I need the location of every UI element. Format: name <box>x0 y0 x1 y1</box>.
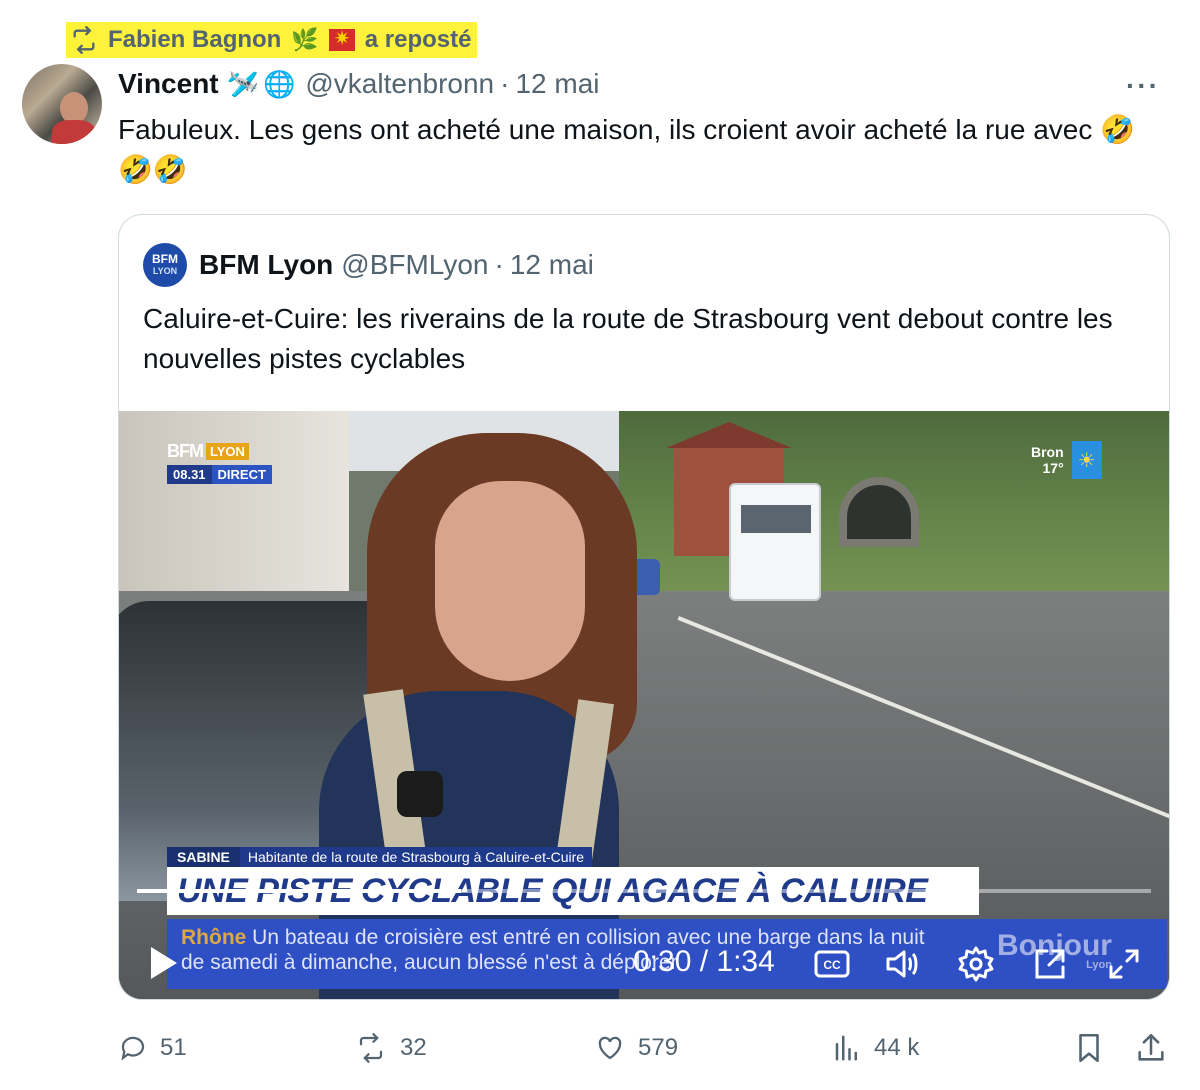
logo-line2: LYON <box>152 266 178 276</box>
bug-city: LYON <box>206 443 249 460</box>
airplane-emoji: 🛩️ <box>226 68 259 99</box>
tweet-header: Vincent 🛩️ 🌐 @vkaltenbronn · 12 mai <box>118 64 600 104</box>
views-button[interactable]: 44 k <box>832 1030 919 1066</box>
video-tunnel <box>839 477 919 547</box>
author-name[interactable]: Vincent <box>118 68 219 100</box>
video-microphone <box>397 771 443 817</box>
quote-header: BFM LYON BFM Lyon @BFMLyon · 12 mai <box>143 243 594 287</box>
video-timecode: 0:30 / 1:34 <box>633 945 775 978</box>
speaker-name: SABINE <box>167 847 240 867</box>
video-progress-fill <box>137 889 462 893</box>
tweet-date[interactable]: 12 mai <box>515 68 599 100</box>
repost-icon <box>359 1033 383 1063</box>
volume-icon[interactable] <box>883 945 921 983</box>
bug-time: 08.31 <box>167 465 212 484</box>
share-icon[interactable] <box>1134 1030 1168 1066</box>
weather-temp: 17° <box>1042 460 1064 476</box>
quote-handle[interactable]: @BFMLyon <box>341 249 488 281</box>
speaker-description: Habitante de la route de Strasbourg à Ca… <box>247 849 585 865</box>
like-count: 579 <box>638 1034 679 1061</box>
author-badges: 🛩️ 🌐 <box>227 69 296 100</box>
bfm-lyon-avatar[interactable]: BFM LYON <box>143 243 187 287</box>
repost-button[interactable]: 32 <box>354 1030 427 1066</box>
video-truck <box>729 483 821 601</box>
fullscreen-icon[interactable] <box>1105 945 1143 983</box>
picture-in-picture-icon[interactable] <box>1031 945 1069 983</box>
like-button[interactable]: 579 <box>594 1030 678 1066</box>
reply-button[interactable]: 51 <box>118 1030 187 1066</box>
repost-count: 32 <box>400 1034 427 1061</box>
repost-suffix: a reposté <box>364 26 472 53</box>
tweet-text: Fabuleux. Les gens ont acheté une maison… <box>118 114 1135 185</box>
bookmark-icon[interactable] <box>1072 1030 1106 1066</box>
flag-icon <box>328 26 355 51</box>
weather-icon: ☀ <box>1071 441 1102 479</box>
channel-bug: BFM LYON 08.31 DIRECT <box>167 441 272 484</box>
bug-brand: BFM <box>167 441 204 461</box>
quote-text: Caluire-et-Cuire: les riverains de la ro… <box>143 303 1113 374</box>
weather-widget: Bron 17° ☀ <box>1031 441 1102 479</box>
cc-label: CC <box>823 958 841 972</box>
repost-indicator[interactable]: Fabien Bagnon 🌿 a reposté <box>66 22 478 58</box>
video-progress-bar[interactable] <box>137 889 1151 893</box>
quote-date[interactable]: 12 mai <box>510 249 594 281</box>
quote-author-name[interactable]: BFM Lyon <box>199 249 333 281</box>
logo-line1: BFM <box>152 252 178 266</box>
settings-gear-icon[interactable] <box>957 945 995 983</box>
video-controls: 0:30 / 1:34 CC <box>119 921 1169 999</box>
globe-emoji: 🌐 <box>263 68 296 99</box>
closed-captions-icon[interactable]: CC <box>813 945 851 983</box>
repost-user[interactable]: Fabien Bagnon <box>108 26 281 54</box>
avatar-shirt <box>52 120 96 144</box>
weather-city: Bron <box>1031 444 1064 460</box>
separator-dot: · <box>500 68 510 99</box>
reply-count: 51 <box>160 1034 187 1061</box>
video-woman-face <box>435 481 585 681</box>
more-options-button[interactable]: ··· <box>1126 70 1162 101</box>
quoted-tweet[interactable]: BFM LYON BFM Lyon @BFMLyon · 12 mai Calu… <box>118 214 1170 1000</box>
video-player[interactable]: BFM LYON 08.31 DIRECT Bron 17° ☀ SABINE … <box>119 411 1169 999</box>
repost-icon <box>73 26 95 54</box>
author-handle[interactable]: @vkaltenbronn <box>305 68 494 100</box>
separator-dot: · <box>494 249 504 280</box>
views-count: 44 k <box>874 1034 920 1061</box>
leaf-emoji: 🌿 <box>291 27 319 52</box>
reply-icon <box>121 1036 145 1061</box>
views-chart-icon <box>835 1035 857 1061</box>
play-icon[interactable] <box>147 945 179 981</box>
bug-live: DIRECT <box>211 465 272 484</box>
author-avatar[interactable] <box>22 64 102 144</box>
lower-third-name: SABINE Habitante de la route de Strasbou… <box>167 847 593 867</box>
heart-icon <box>598 1036 622 1060</box>
